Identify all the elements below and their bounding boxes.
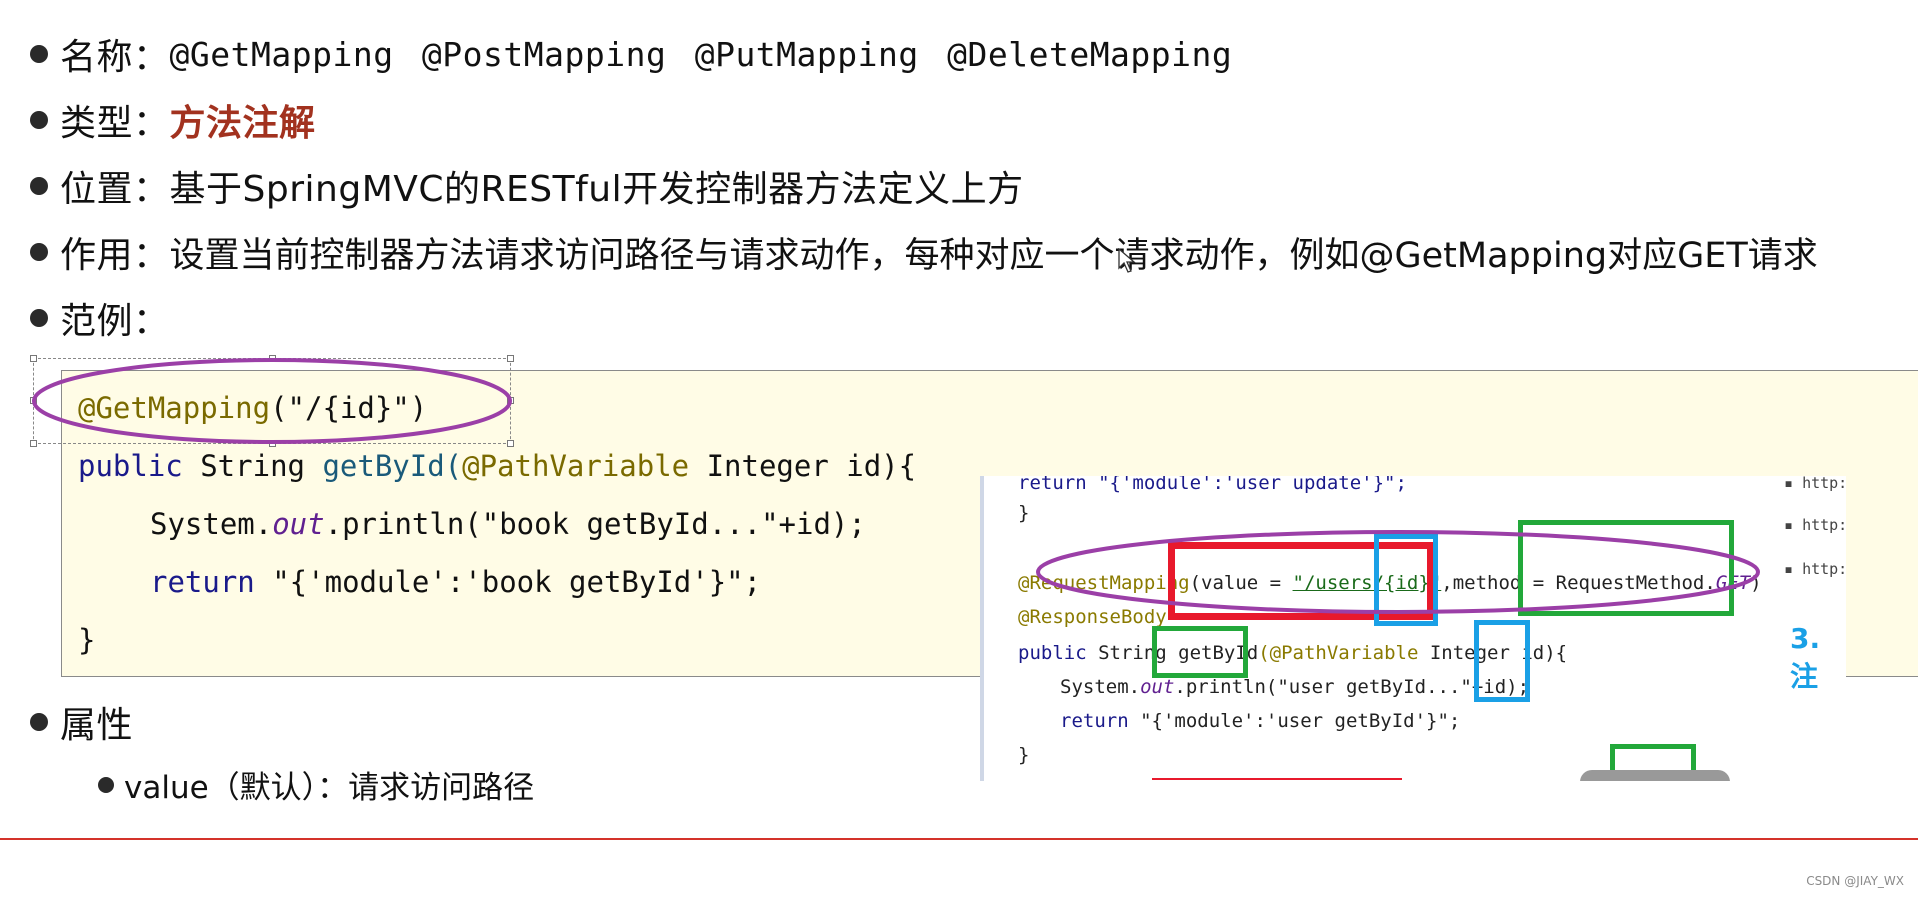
example-label: 范例： <box>60 301 170 342</box>
overlay-line-2: } <box>1018 502 1029 524</box>
overlay-out: out <box>1140 676 1175 698</box>
watermark: CSDN @JIAY_WX <box>1806 874 1904 888</box>
overlay-public: public <box>1018 642 1087 664</box>
bullet-dot <box>30 177 48 195</box>
highlight-ellipse <box>32 358 512 444</box>
type-label: 类型： <box>60 103 170 144</box>
overlay-system: System. <box>1060 676 1141 698</box>
ide-screenshot-overlay: return "{'module':'user update'}"; } @Re… <box>980 476 1846 781</box>
type-value: 方法注解 <box>169 103 316 144</box>
overlay-left-border <box>980 476 984 781</box>
bullet-dot <box>30 111 48 129</box>
sub-bullet-text: value（默认）：请求访问路径 <box>124 770 535 806</box>
bullet-position: 位置： 基于SpringMVC的RESTful开发控制器方法定义上方 <box>30 160 1024 212</box>
overlay-close-brace: } <box>1018 744 1030 766</box>
overlay-bottom-widget <box>1580 770 1730 781</box>
code-line-3: System.out.println("book getById..."+id)… <box>150 507 866 541</box>
overlay-pathvariable: (@PathVariable <box>1258 642 1419 664</box>
code-type: String <box>182 449 323 483</box>
sub-bullet-dot <box>98 776 114 793</box>
overlay-url-mark-3: ▪ http:/ <box>1784 560 1846 578</box>
overlay-line-8: } <box>1018 744 1029 766</box>
mouse-cursor-icon <box>1118 248 1136 273</box>
bullet-type: 类型： 方法注解 <box>30 94 316 146</box>
overlay-brace: } <box>1018 502 1030 524</box>
overlay-return: return <box>1060 710 1129 732</box>
code-keyword: public <box>78 449 183 483</box>
overlay-line-1: return "{'module':'user update'}"; <box>1018 476 1407 494</box>
name-value: @GetMapping @PostMapping @PutMapping @De… <box>169 34 1233 74</box>
attributes-label: 属性 <box>60 705 134 746</box>
overlay-red-underline <box>1152 778 1402 780</box>
effect-value: 设置当前控制器方法请求访问路径与请求动作，每种对应一个请求动作，例如@GetMa… <box>169 235 1818 276</box>
bullet-dot <box>30 243 48 261</box>
overlay-line-7: return "{'module':'user getById'}"; <box>1060 710 1460 732</box>
code-return-value: "{'module':'book getById'}"; <box>254 565 762 599</box>
bullet-dot <box>30 309 48 327</box>
code-param-annotation: @PathVariable <box>462 449 690 483</box>
effect-label: 作用： <box>60 235 170 276</box>
bullet-example: 范例： <box>30 292 170 344</box>
position-value: 基于SpringMVC的RESTful开发控制器方法定义上方 <box>169 169 1024 210</box>
overlay-return-line: return "{'module':'user update'}"; <box>1018 476 1407 494</box>
overlay-url-text: http:/ <box>1802 560 1846 578</box>
code-params: Integer id){ <box>689 449 917 483</box>
bullet-dot <box>30 713 48 731</box>
position-label: 位置： <box>60 169 170 210</box>
name-label: 名称： <box>60 37 170 78</box>
green-highlight-box-getbyid <box>1152 626 1248 678</box>
overlay-url-mark-1: ▪ http:/ <box>1784 476 1846 492</box>
code-println: .println("book getById..."+id); <box>324 507 866 541</box>
bullet-effect: 作用： 设置当前控制器方法请求访问路径与请求动作，每种对应一个请求动作，例如@G… <box>30 226 1818 278</box>
overlay-side-label: 3.注 <box>1790 622 1821 693</box>
bullet-dot <box>30 45 48 63</box>
code-close-brace: } <box>78 623 96 657</box>
overlay-return-value: "{'module':'user getById'}"; <box>1128 710 1461 732</box>
code-out: out <box>272 507 325 541</box>
code-line-5: } <box>78 623 95 657</box>
blue-highlight-box-id <box>1474 620 1530 702</box>
code-line-4: return "{'module':'book getById'}"; <box>150 565 761 599</box>
bullet-name: 名称： @GetMapping @PostMapping @PutMapping… <box>30 28 1232 80</box>
code-return: return <box>150 565 255 599</box>
overlay-url-text: http:/ <box>1802 476 1846 492</box>
code-system: System. <box>150 507 273 541</box>
overlay-url-mark-2: ▪ http:/ <box>1784 516 1846 534</box>
code-line-2: public String getById(@PathVariable Inte… <box>78 449 916 483</box>
overlay-url-text: http:/ <box>1802 516 1846 534</box>
bullet-attributes: 属性 <box>30 696 133 748</box>
overlay-line-6: System.out.println("user getById..."+id)… <box>1060 676 1529 698</box>
code-method: getById( <box>322 449 463 483</box>
sub-bullet-value: value（默认）：请求访问路径 <box>98 762 534 807</box>
overlay-ellipse <box>1036 530 1760 614</box>
footer-rule <box>0 838 1918 840</box>
